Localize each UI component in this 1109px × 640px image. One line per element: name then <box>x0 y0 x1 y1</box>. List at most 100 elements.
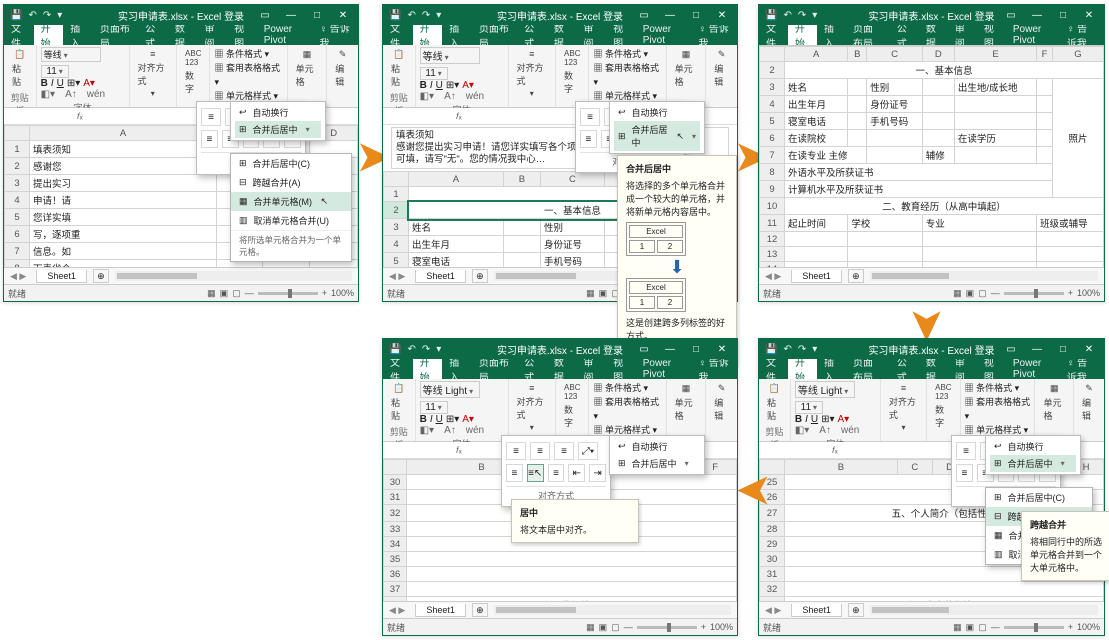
merge-center-split[interactable]: ⊞合并后居中 <box>235 121 321 138</box>
add-sheet-button[interactable]: ⊕ <box>848 603 864 617</box>
sheet-nav[interactable]: ◀ ▶ <box>759 271 787 282</box>
cell[interactable]: 辅修 <box>922 147 954 164</box>
cell[interactable]: 信息。如 <box>30 243 217 260</box>
border-icon[interactable]: ⊞▾ <box>446 414 459 425</box>
tab-data[interactable]: 数据 <box>547 25 577 45</box>
col-header[interactable]: D <box>922 47 954 62</box>
increase-font-icon[interactable]: A↑ <box>444 425 456 436</box>
align-left-icon[interactable]: ≡ <box>201 130 218 148</box>
tab-home[interactable]: 开始 <box>413 25 443 45</box>
col-header[interactable]: B <box>848 47 867 62</box>
align-left-icon[interactable]: ≡ <box>956 464 973 482</box>
phonetic-icon[interactable]: wén <box>841 425 859 436</box>
tab-view[interactable]: 视图 <box>606 359 636 379</box>
wrap-text-button[interactable]: ↩自动换行 <box>235 104 321 121</box>
orientation-icon[interactable]: ⤢▾ <box>578 442 598 460</box>
underline-button[interactable]: U <box>436 80 443 91</box>
wrap-text-button[interactable]: ↩自动换行 <box>990 438 1076 455</box>
sheet-nav[interactable]: ◀ ▶ <box>383 605 411 616</box>
h-scrollbar[interactable] <box>870 605 1098 615</box>
tab-data[interactable]: 数据 <box>547 359 577 379</box>
cell[interactable]: 班级或辅导 <box>1037 215 1104 232</box>
cell[interactable]: 手机号码 <box>540 253 604 268</box>
tab-powerpivot[interactable]: Power Pivot <box>257 25 313 45</box>
cell[interactable]: 六、发表著作情况 <box>785 597 1104 602</box>
sheet-tab[interactable]: Sheet1 <box>791 604 842 617</box>
cell[interactable]: 出生年月 <box>409 236 504 253</box>
bold-button[interactable]: B <box>420 80 427 91</box>
view-normal-icon[interactable]: ▦ <box>586 288 595 299</box>
tab-insert[interactable]: 插入 <box>442 359 472 379</box>
photo-placeholder[interactable]: 照片 <box>1053 79 1104 198</box>
bold-button[interactable]: B <box>420 414 427 425</box>
fill-icon[interactable]: ◧▾ <box>420 91 434 102</box>
cell[interactable]: 寝室电话 <box>785 113 848 130</box>
number-button[interactable]: ABC123数字 <box>560 47 584 97</box>
tab-formulas[interactable]: 公式 <box>517 25 547 45</box>
merge-center-split[interactable]: ⊞合并后居中 <box>990 455 1076 472</box>
alignment-button[interactable]: ≡对齐方式▾ <box>885 381 922 434</box>
cond-format-button[interactable]: ▦ 条件格式 ▾ <box>214 47 282 61</box>
add-sheet-button[interactable]: ⊕ <box>472 269 488 283</box>
underline-button[interactable]: U <box>811 414 818 425</box>
editing-button[interactable]: ✎编辑 <box>710 47 733 90</box>
view-normal-icon[interactable]: ▦ <box>207 288 216 299</box>
tab-formulas[interactable]: 公式 <box>890 25 919 45</box>
number-button[interactable]: ABC123数字 <box>560 381 584 431</box>
view-break-icon[interactable]: ▢ <box>611 622 620 633</box>
sheet-tab[interactable]: Sheet1 <box>791 270 842 283</box>
alignment-button[interactable]: ≡ 对齐方式 ▾ <box>134 47 172 100</box>
cell[interactable]: 手机号码 <box>867 113 923 130</box>
alignment-button[interactable]: ≡对齐方式▾ <box>513 47 551 100</box>
font-size[interactable]: 11 <box>795 401 823 414</box>
cell[interactable]: 出生年月 <box>785 96 848 113</box>
fill-icon[interactable]: ◧▾ <box>795 425 809 436</box>
fx-icon[interactable]: 𝑓ₓ <box>73 111 87 122</box>
fontcolor-icon[interactable]: A▾ <box>462 80 474 91</box>
cell[interactable]: 身份证号 <box>540 236 604 253</box>
editing-button[interactable]: ✎编辑 <box>1078 381 1100 424</box>
wrap-text-button[interactable]: ↩自动换行 <box>614 104 700 121</box>
cell[interactable]: 在读学历 <box>954 130 1036 147</box>
cell[interactable]: 姓名 <box>785 79 848 96</box>
align-middle-icon[interactable]: ≡ <box>530 442 550 460</box>
cond-format-button[interactable]: ▦ 条件格式 ▾ <box>593 381 661 395</box>
merge-across-item[interactable]: ⊟跨越合并(A) <box>231 173 351 192</box>
close-icon[interactable]: ✕ <box>332 10 354 21</box>
cell[interactable]: 寝室电话 <box>409 253 504 268</box>
merge-cells-item[interactable]: ▦合并单元格(M) ↖ <box>231 192 351 211</box>
paste-button[interactable]: 📋粘贴 <box>387 381 411 424</box>
fontcolor-icon[interactable]: A▾ <box>462 414 474 425</box>
italic-button[interactable]: I <box>430 414 433 425</box>
tab-review[interactable]: 审阅 <box>576 359 606 379</box>
tab-pagelayout[interactable]: 页面布局 <box>846 359 890 379</box>
cell[interactable]: 起止时间 <box>785 215 848 232</box>
zoom-out-button[interactable]: — <box>624 622 633 632</box>
tab-review[interactable]: 审阅 <box>948 25 977 45</box>
zoom-label[interactable]: 100% <box>1077 288 1100 298</box>
tab-tellme[interactable]: ♀ 告诉我 <box>1060 359 1104 379</box>
zoom-in-button[interactable]: + <box>322 288 327 298</box>
tab-review[interactable]: 审阅 <box>576 25 606 45</box>
merge-center-split[interactable]: ⊞合并后居中 <box>614 455 700 472</box>
font-size[interactable]: 11 <box>41 65 69 78</box>
fill-icon[interactable]: ◧▾ <box>420 425 434 436</box>
cell[interactable]: 学校 <box>848 215 922 232</box>
spreadsheet[interactable]: ABCDEFG 2一、基本信息 3姓名性别出生地/成长地照片 4出生年月身份证号… <box>759 46 1104 267</box>
cell[interactable]: 提出实习 <box>30 175 217 192</box>
cell[interactable]: 申请！请 <box>30 192 217 209</box>
indent-dec-icon[interactable]: ⇤ <box>568 464 585 482</box>
view-layout-icon[interactable]: ▣ <box>966 288 975 299</box>
font-size[interactable]: 11 <box>420 67 448 80</box>
cell[interactable]: 出生地/成长地 <box>954 79 1036 96</box>
align-left-icon[interactable]: ≡ <box>506 464 523 482</box>
align-center-icon[interactable]: ≡↖ <box>527 464 544 482</box>
cell[interactable]: 您详实填 <box>30 209 217 226</box>
fx-icon[interactable]: 𝑓ₓ <box>828 445 842 456</box>
cell[interactable]: 七、奖惩情况 <box>406 597 736 602</box>
zoom-slider[interactable] <box>637 626 697 629</box>
tab-powerpivot[interactable]: Power Pivot <box>636 25 692 45</box>
tab-powerpivot[interactable]: Power Pivot <box>636 359 692 379</box>
underline-button[interactable]: U <box>436 414 443 425</box>
zoom-slider[interactable] <box>1004 292 1064 295</box>
